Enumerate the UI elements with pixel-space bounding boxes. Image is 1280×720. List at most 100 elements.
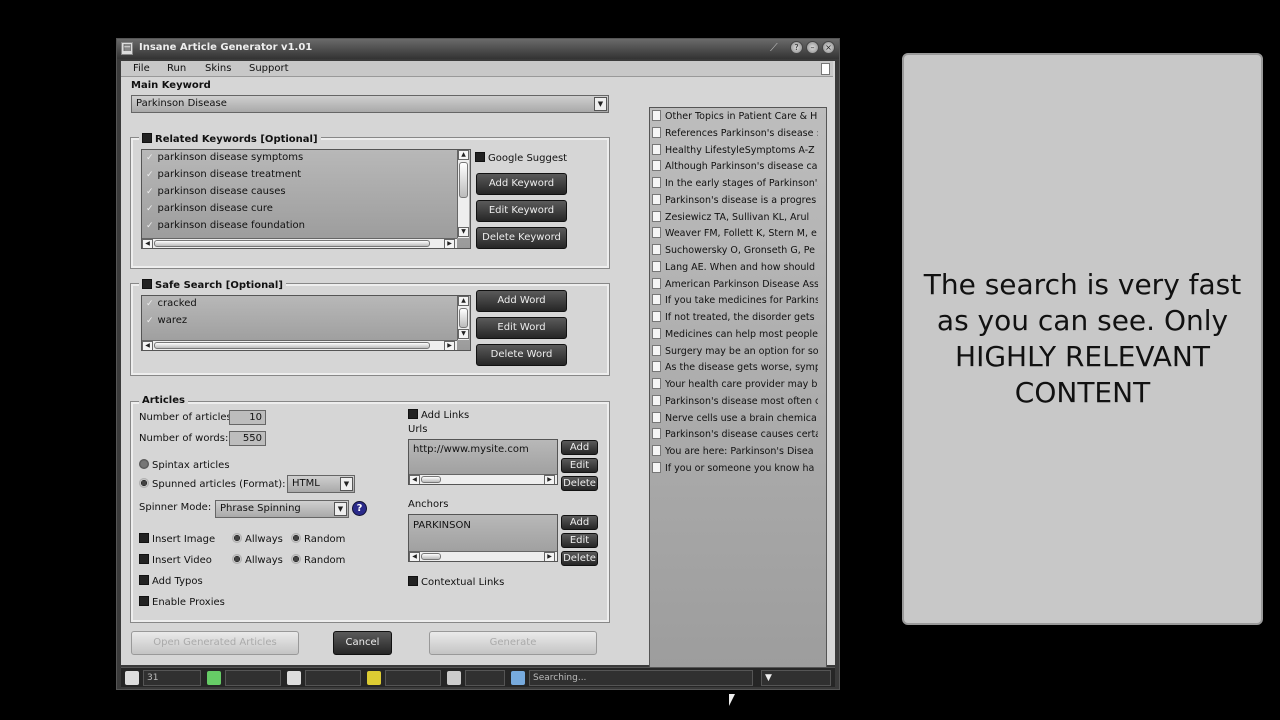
scroll-thumb[interactable] xyxy=(154,342,430,349)
safe-search-list[interactable]: ✓ cracked ✓ warez ▲ ▼ ◀ ▶ xyxy=(141,295,471,351)
safe-search-checkbox[interactable] xyxy=(142,279,152,289)
resize-grip-icon[interactable]: ⟋ xyxy=(770,41,784,55)
image-random-radio[interactable] xyxy=(291,533,301,543)
scroll-right-icon[interactable]: ▶ xyxy=(444,341,455,350)
title-bar[interactable]: ▤ Insane Article Generator v1.01 ⟋ ? – × xyxy=(117,39,839,59)
add-url-button[interactable]: Add xyxy=(561,440,598,455)
minimize-icon[interactable]: – xyxy=(806,41,819,54)
result-item[interactable]: References Parkinson's disease : xyxy=(652,126,818,143)
open-articles-button[interactable]: Open Generated Articles xyxy=(131,631,299,655)
result-item[interactable]: Zesiewicz TA, Sullivan KL, Arul xyxy=(652,210,818,227)
url-item[interactable]: http://www.mysite.com xyxy=(413,444,529,455)
result-item[interactable]: Parkinson's disease most often c xyxy=(652,394,818,411)
scroll-right-icon[interactable]: ▶ xyxy=(444,239,455,248)
related-keywords-checkbox[interactable] xyxy=(142,133,152,143)
add-links-option[interactable]: Add Links xyxy=(408,409,469,421)
delete-anchor-button[interactable]: Delete xyxy=(561,551,598,566)
generate-button[interactable]: Generate xyxy=(429,631,597,655)
delete-word-button[interactable]: Delete Word xyxy=(476,344,567,366)
delete-keyword-button[interactable]: Delete Keyword xyxy=(476,227,567,249)
image-always-radio[interactable] xyxy=(232,533,242,543)
scroll-up-icon[interactable]: ▲ xyxy=(458,150,469,160)
add-anchor-button[interactable]: Add xyxy=(561,515,598,530)
scroll-left-icon[interactable]: ◀ xyxy=(409,552,420,561)
scroll-left-icon[interactable]: ◀ xyxy=(142,239,153,248)
add-typos-checkbox[interactable] xyxy=(139,575,149,585)
video-always-radio[interactable] xyxy=(232,554,242,564)
scroll-thumb[interactable] xyxy=(459,308,468,328)
result-item[interactable]: American Parkinson Disease Ass xyxy=(652,277,818,294)
enable-proxies-checkbox[interactable] xyxy=(139,596,149,606)
scroll-thumb[interactable] xyxy=(421,476,441,483)
list-item[interactable]: ✓ parkinson disease treatment xyxy=(146,169,301,180)
edit-url-button[interactable]: Edit xyxy=(561,458,598,473)
anchors-hscrollbar[interactable]: ◀ ▶ xyxy=(409,551,557,561)
insert-image-checkbox[interactable] xyxy=(139,533,149,543)
num-articles-input[interactable]: 10 xyxy=(229,410,266,425)
add-links-checkbox[interactable] xyxy=(408,409,418,419)
result-item[interactable]: Surgery may be an option for so xyxy=(652,344,818,361)
insert-video-checkbox[interactable] xyxy=(139,554,149,564)
scroll-thumb[interactable] xyxy=(421,553,441,560)
result-item[interactable]: Medicines can help most people xyxy=(652,327,818,344)
menu-run[interactable]: Run xyxy=(167,63,186,74)
related-keywords-list[interactable]: ✓ parkinson disease symptoms ✓ parkinson d… xyxy=(141,149,471,249)
edit-anchor-button[interactable]: Edit xyxy=(561,533,598,548)
add-keyword-button[interactable]: Add Keyword xyxy=(476,173,567,195)
spintax-option[interactable]: Spintax articles xyxy=(139,459,230,471)
result-item[interactable]: Weaver FM, Follett K, Stern M, e xyxy=(652,227,818,243)
chevron-down-icon[interactable]: ▼ xyxy=(594,97,607,111)
anchors-list[interactable]: PARKINSON ◀ ▶ xyxy=(408,514,558,562)
image-random-option[interactable]: Random xyxy=(291,533,345,545)
num-words-input[interactable]: 550 xyxy=(229,431,266,446)
scroll-thumb[interactable] xyxy=(459,162,468,198)
spintax-radio[interactable] xyxy=(139,459,149,469)
list-item[interactable]: ✓ cracked xyxy=(146,298,197,309)
edit-keyword-button[interactable]: Edit Keyword xyxy=(476,200,567,222)
edit-word-button[interactable]: Edit Word xyxy=(476,317,567,339)
main-keyword-combo[interactable]: Parkinson Disease ▼ xyxy=(131,95,609,113)
dropdown-icon[interactable]: ▼ xyxy=(761,670,831,686)
related-hscrollbar[interactable]: ◀ ▶ xyxy=(142,238,457,248)
spunned-radio[interactable] xyxy=(139,478,149,488)
contextual-links-option[interactable]: Contextual Links xyxy=(408,576,504,588)
result-item[interactable]: Although Parkinson's disease ca xyxy=(652,160,818,176)
scroll-down-icon[interactable]: ▼ xyxy=(458,329,469,339)
result-item[interactable]: Healthy LifestyleSymptoms A-Z xyxy=(652,143,818,160)
anchor-item[interactable]: PARKINSON xyxy=(413,520,471,531)
spunned-option[interactable]: Spunned articles (Format): xyxy=(139,478,286,490)
urls-list[interactable]: http://www.mysite.com ◀ ▶ xyxy=(408,439,558,485)
delete-url-button[interactable]: Delete xyxy=(561,476,598,491)
result-item[interactable]: Nerve cells use a brain chemica xyxy=(652,411,818,428)
scroll-up-icon[interactable]: ▲ xyxy=(458,296,469,306)
video-always-option[interactable]: Allways xyxy=(232,554,283,566)
menu-support[interactable]: Support xyxy=(249,63,289,74)
result-item[interactable]: You are here: Parkinson's Disea xyxy=(652,445,818,461)
insert-image-option[interactable]: Insert Image xyxy=(139,533,215,545)
google-suggest-checkbox[interactable] xyxy=(475,152,485,162)
list-item[interactable]: ✓ warez xyxy=(146,315,187,326)
image-always-option[interactable]: Allways xyxy=(232,533,283,545)
video-random-option[interactable]: Random xyxy=(291,554,345,566)
menu-file[interactable]: File xyxy=(133,63,150,74)
cancel-button[interactable]: Cancel xyxy=(333,631,392,655)
scroll-thumb[interactable] xyxy=(154,240,430,247)
chevron-down-icon[interactable]: ▼ xyxy=(334,502,347,516)
result-item[interactable]: Lang AE. When and how should xyxy=(652,260,818,277)
result-item[interactable]: If you take medicines for Parkins xyxy=(652,294,818,310)
result-item[interactable]: Parkinson's disease is a progres xyxy=(652,193,818,210)
help-window-icon[interactable]: ? xyxy=(790,41,803,54)
scroll-right-icon[interactable]: ▶ xyxy=(544,475,555,484)
chevron-down-icon[interactable]: ▼ xyxy=(340,477,353,491)
menu-skins[interactable]: Skins xyxy=(205,63,231,74)
result-item[interactable]: If you or someone you know ha xyxy=(652,461,818,478)
result-item[interactable]: Suchowersky O, Gronseth G, Pe xyxy=(652,244,818,260)
add-word-button[interactable]: Add Word xyxy=(476,290,567,312)
add-typos-option[interactable]: Add Typos xyxy=(139,575,203,587)
scroll-down-icon[interactable]: ▼ xyxy=(458,227,469,237)
results-list[interactable]: Other Topics in Patient Care & H Referenc… xyxy=(649,107,827,685)
contextual-links-checkbox[interactable] xyxy=(408,576,418,586)
result-item[interactable]: In the early stages of Parkinson's xyxy=(652,177,818,193)
video-random-radio[interactable] xyxy=(291,554,301,564)
scroll-right-icon[interactable]: ▶ xyxy=(544,552,555,561)
